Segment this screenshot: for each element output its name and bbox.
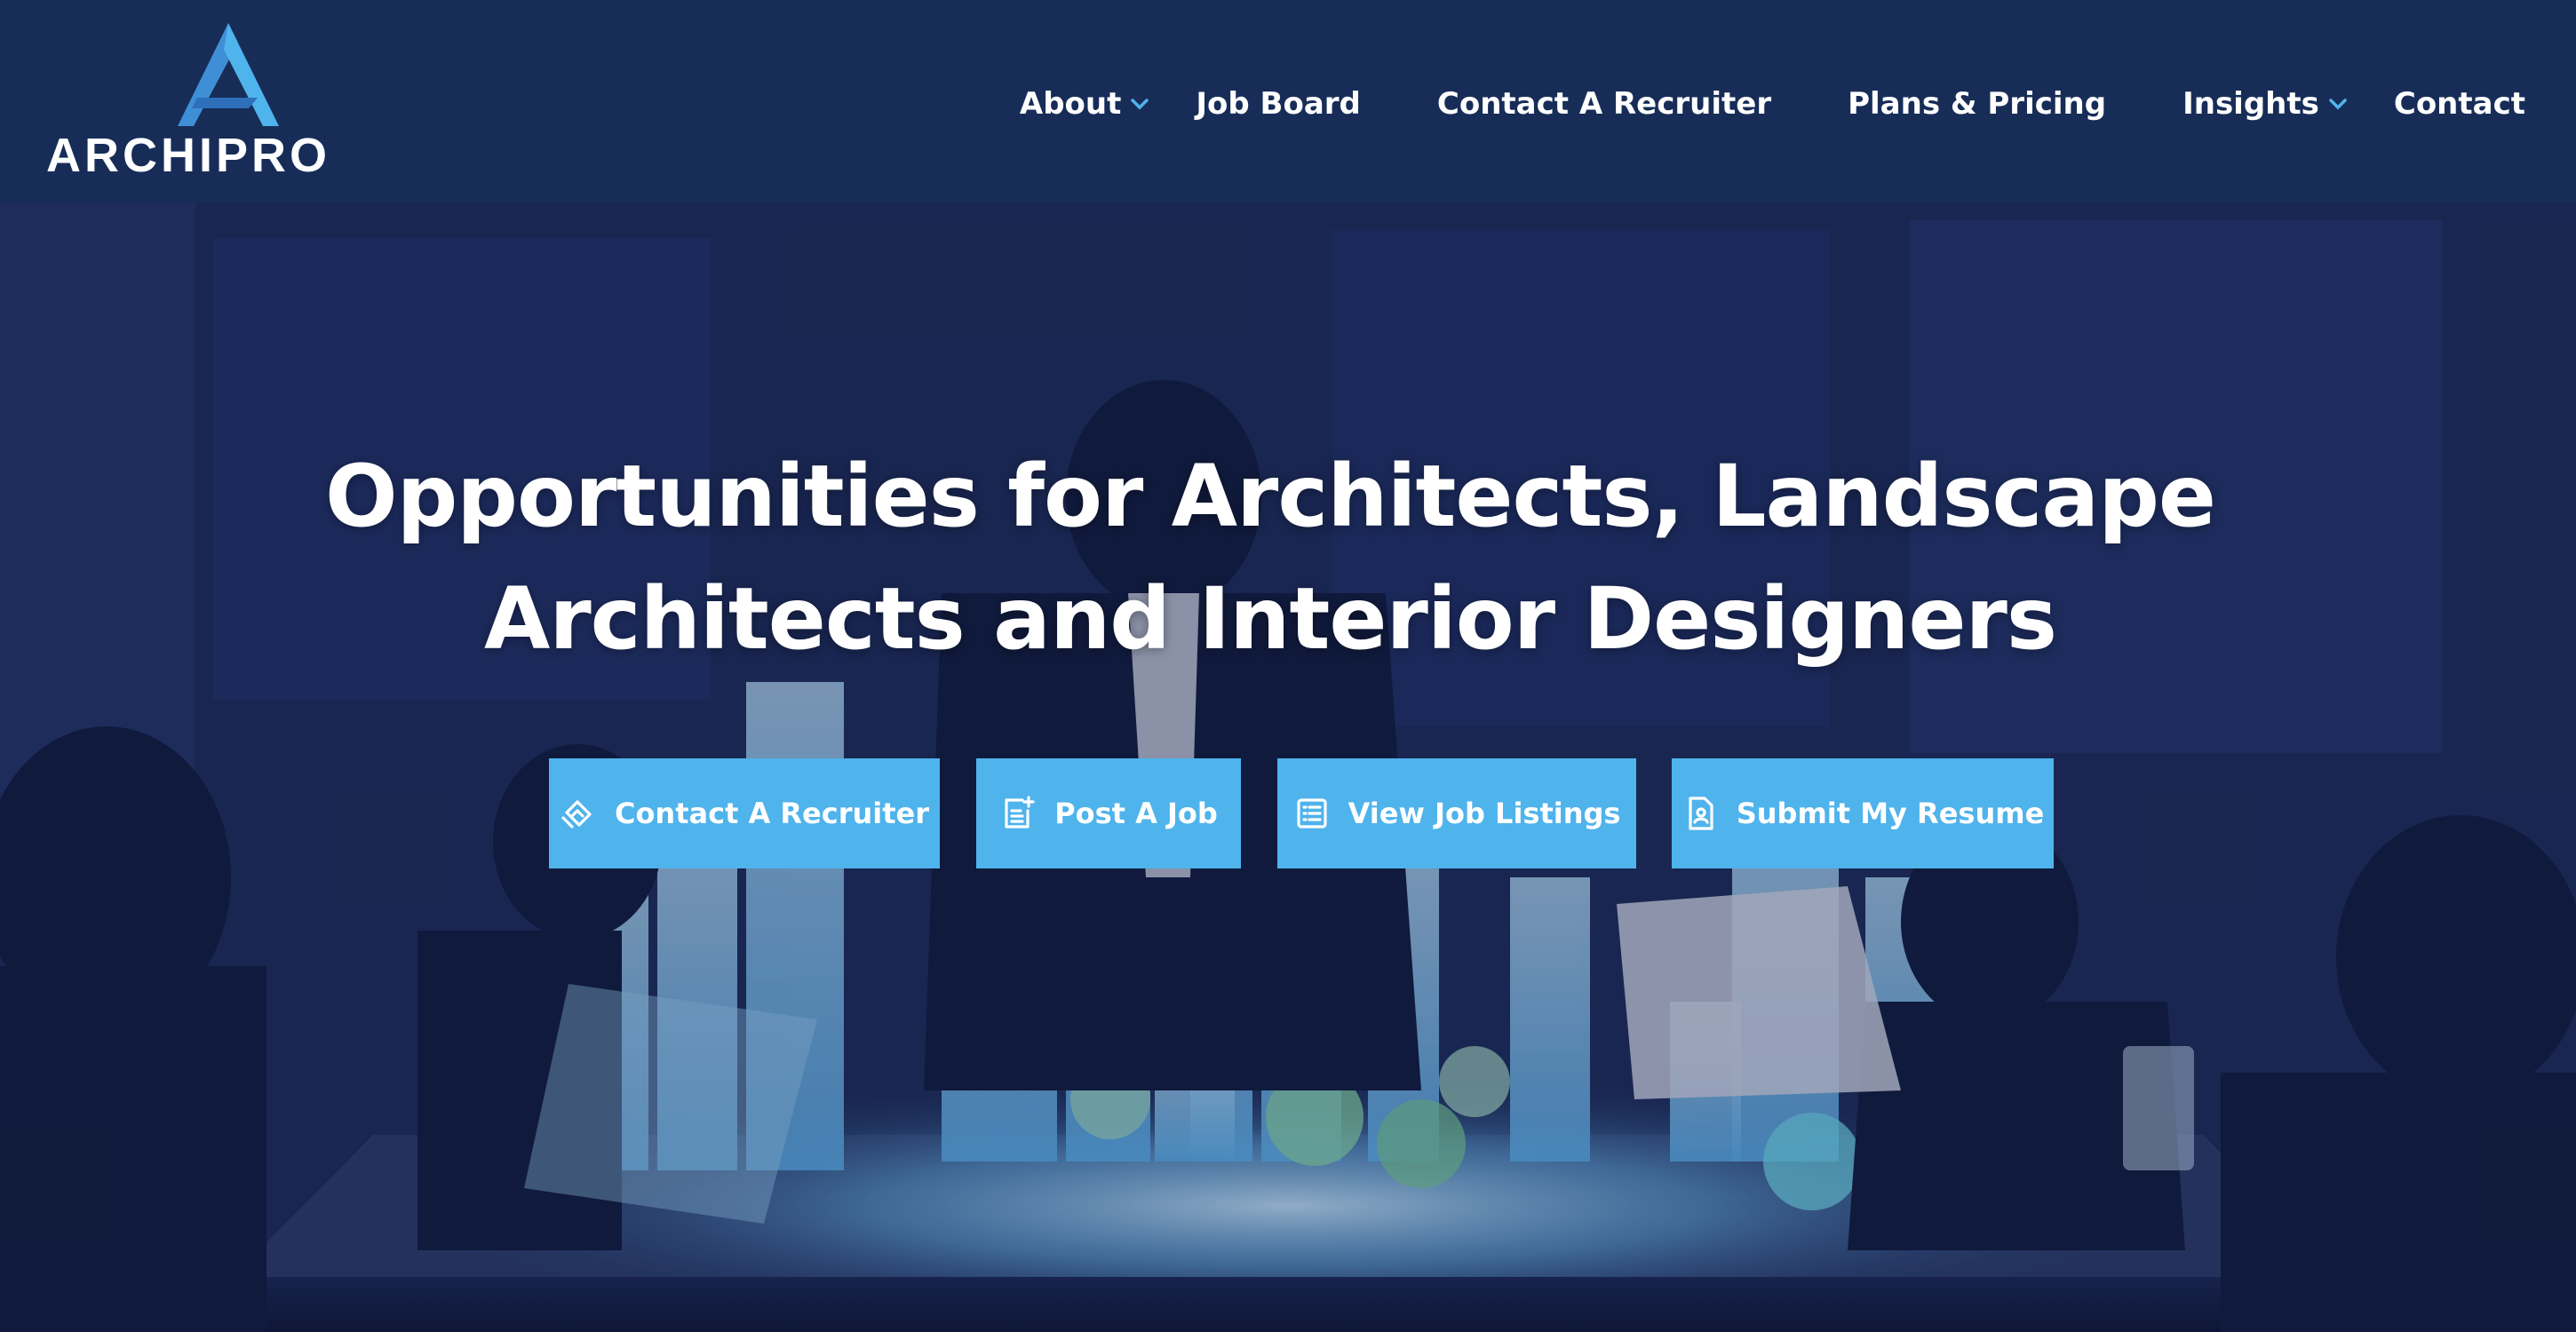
nav-item-label: Insights — [2182, 86, 2319, 122]
cta-label: Post A Job — [1054, 797, 1218, 830]
hero-title-line-1: Opportunities for Architects, Landscape — [324, 447, 2216, 546]
post-a-job-button[interactable]: Post A Job — [976, 758, 1241, 868]
logo-wordmark: ARCHIPRO — [46, 129, 331, 182]
handshake-icon — [560, 795, 597, 832]
archipro-logo[interactable]: ARCHIPRO — [46, 23, 410, 183]
site-header: ARCHIPRO About Job Board Contact A Recru… — [0, 0, 2576, 202]
nav-item-about[interactable]: About — [1020, 86, 1149, 122]
nav-item-plans-pricing[interactable]: Plans & Pricing — [1848, 86, 2106, 122]
add-document-icon — [999, 795, 1037, 832]
hero-cta-row: Contact A Recruiter Post A Job View Job … — [0, 758, 2576, 868]
nav-item-label: Job Board — [1196, 86, 1361, 122]
main-nav: About Job Board Contact A Recruiter Plan… — [1020, 78, 2525, 130]
hero-title: Opportunities for Architects, Landscape … — [293, 435, 2247, 680]
chevron-down-icon — [1130, 98, 1149, 110]
nav-item-contact[interactable]: Contact — [2394, 86, 2525, 122]
view-job-listings-button[interactable]: View Job Listings — [1277, 758, 1636, 868]
cta-label: Contact A Recruiter — [614, 797, 930, 830]
list-icon — [1293, 795, 1331, 832]
nav-item-job-board[interactable]: Job Board — [1196, 86, 1361, 122]
hero-title-line-2: Architects and Interior Designers — [484, 569, 2057, 669]
cta-label: View Job Listings — [1348, 797, 1621, 830]
nav-item-label: Contact — [2393, 86, 2525, 122]
cta-label: Submit My Resume — [1736, 797, 2045, 830]
chevron-down-icon — [2328, 98, 2348, 110]
nav-item-insights[interactable]: Insights — [2182, 86, 2348, 122]
nav-item-label: Contact A Recruiter — [1436, 86, 1772, 122]
nav-item-contact-a-recruiter[interactable]: Contact A Recruiter — [1437, 86, 1771, 122]
hero-section: Opportunities for Architects, Landscape … — [0, 202, 2576, 1332]
submit-my-resume-button[interactable]: Submit My Resume — [1672, 758, 2054, 868]
contact-a-recruiter-button[interactable]: Contact A Recruiter — [549, 758, 940, 868]
nav-item-label: About — [1019, 86, 1122, 122]
archipro-a-logo-icon — [178, 23, 279, 126]
resume-icon — [1682, 795, 1719, 832]
nav-item-label: Plans & Pricing — [1848, 86, 2107, 122]
